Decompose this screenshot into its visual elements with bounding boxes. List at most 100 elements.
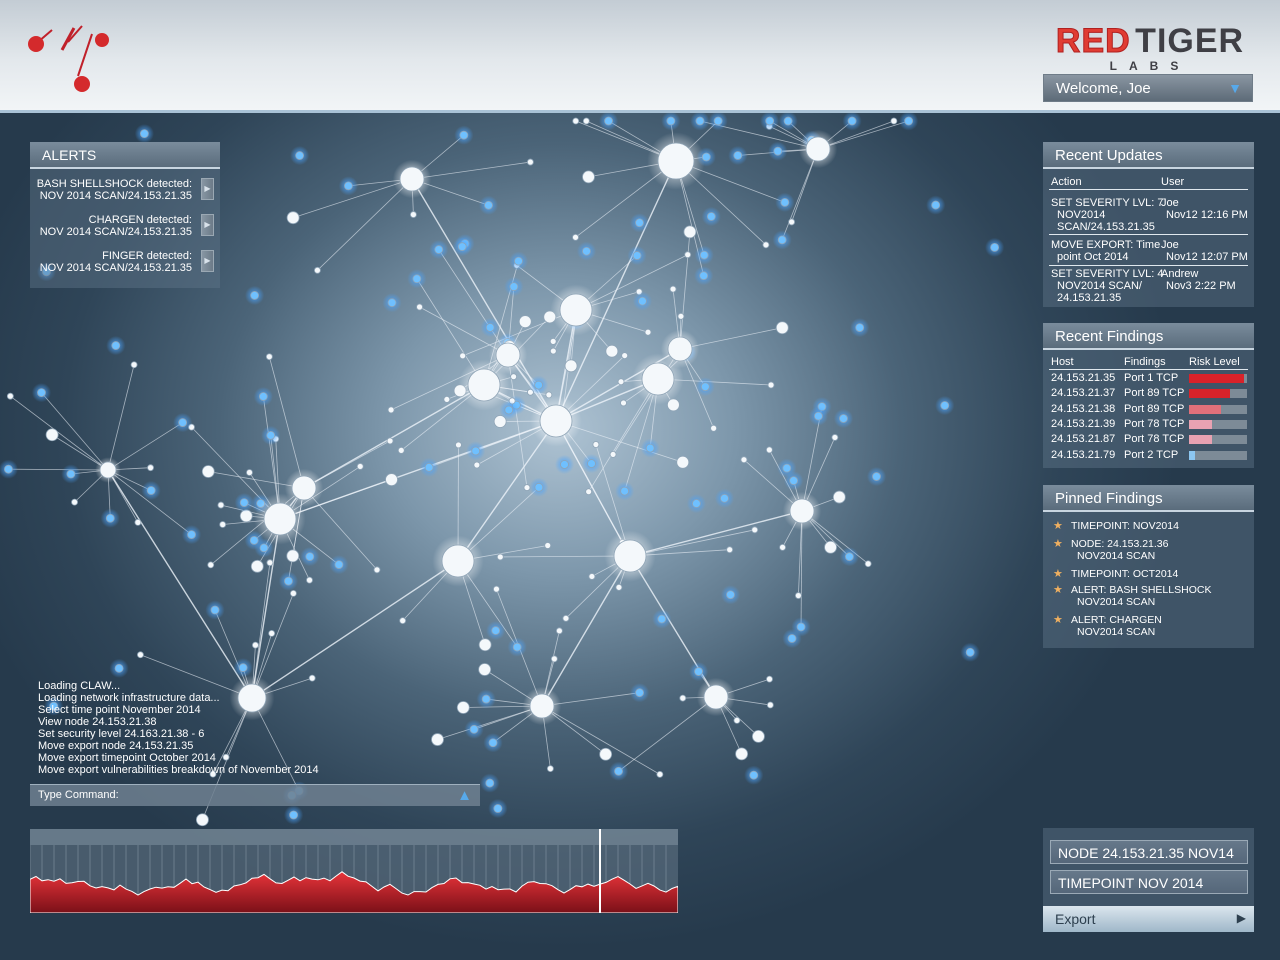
graph-node[interactable]	[534, 380, 544, 390]
graph-node[interactable]	[706, 212, 716, 221]
graph-node[interactable]	[780, 197, 790, 207]
graph-node[interactable]	[788, 218, 796, 226]
graph-node[interactable]	[412, 274, 422, 284]
graph-node[interactable]	[238, 663, 248, 673]
graph-node[interactable]	[504, 405, 514, 415]
graph-node[interactable]	[765, 116, 775, 126]
graph-node[interactable]	[773, 146, 783, 156]
graph-node[interactable]	[783, 116, 793, 126]
graph-node[interactable]	[478, 638, 492, 652]
graph-node[interactable]	[385, 473, 398, 487]
graph-node[interactable]	[509, 282, 519, 292]
graph-node[interactable]	[657, 614, 667, 624]
graph-node[interactable]	[459, 130, 469, 140]
graph-node[interactable]	[605, 344, 619, 358]
graph-node[interactable]	[832, 490, 846, 504]
graph-node[interactable]	[410, 211, 417, 218]
graph-node[interactable]	[66, 469, 76, 479]
graph-node[interactable]	[990, 242, 1000, 252]
graph-node[interactable]	[491, 626, 501, 635]
chevron-right-icon[interactable]: ▶	[201, 250, 214, 272]
graph-node[interactable]	[485, 778, 495, 788]
graph-node[interactable]	[387, 298, 397, 308]
graph-node[interactable]	[111, 341, 121, 350]
graph-node[interactable]	[434, 245, 444, 254]
graph-node[interactable]	[555, 627, 563, 635]
graph-node[interactable]	[207, 561, 215, 569]
graph-node[interactable]	[196, 813, 209, 827]
graph-node[interactable]	[733, 151, 743, 160]
graph-node[interactable]	[105, 513, 115, 523]
graph-node[interactable]	[99, 461, 117, 479]
graph-node[interactable]	[694, 667, 703, 676]
graph-node[interactable]	[931, 200, 941, 210]
graph-node[interactable]	[782, 463, 792, 473]
triangle-up-icon[interactable]: ▲	[457, 787, 472, 804]
graph-node[interactable]	[266, 430, 276, 440]
graph-node[interactable]	[572, 233, 579, 241]
graph-node[interactable]	[343, 181, 353, 191]
graph-node[interactable]	[699, 271, 709, 281]
graph-node[interactable]	[679, 694, 687, 702]
graph-node[interactable]	[456, 701, 470, 714]
graph-node[interactable]	[767, 381, 775, 389]
graph-node[interactable]	[588, 573, 596, 580]
graph-node[interactable]	[493, 804, 503, 813]
graph-node[interactable]	[246, 469, 253, 476]
graph-node[interactable]	[471, 446, 481, 456]
graph-node[interactable]	[657, 142, 695, 180]
graph-node[interactable]	[814, 411, 823, 421]
graph-node[interactable]	[635, 688, 644, 698]
graph-node[interactable]	[855, 323, 865, 332]
graph-node[interactable]	[847, 116, 857, 126]
graph-node[interactable]	[239, 498, 249, 507]
graph-node[interactable]	[695, 116, 705, 126]
graph-node[interactable]	[6, 392, 14, 400]
graph-node[interactable]	[777, 235, 787, 245]
graph-node[interactable]	[614, 766, 623, 776]
graph-node[interactable]	[291, 475, 317, 501]
graph-node[interactable]	[399, 617, 407, 625]
graph-node[interactable]	[134, 518, 142, 526]
chevron-right-icon[interactable]: ▶	[201, 214, 214, 236]
graph-node[interactable]	[617, 378, 625, 386]
graph-node[interactable]	[641, 362, 675, 396]
graph-node[interactable]	[572, 117, 580, 125]
graph-node[interactable]	[306, 576, 313, 584]
graph-node[interactable]	[766, 701, 774, 709]
graph-node[interactable]	[514, 256, 523, 266]
graph-node[interactable]	[37, 388, 46, 398]
graph-node[interactable]	[45, 428, 59, 442]
graph-node[interactable]	[762, 241, 770, 249]
graph-node[interactable]	[455, 441, 462, 449]
graph-node[interactable]	[844, 552, 854, 562]
graph-node[interactable]	[965, 647, 975, 657]
graph-node[interactable]	[789, 476, 799, 486]
graph-node[interactable]	[546, 765, 554, 773]
graph-node[interactable]	[250, 559, 264, 573]
graph-node[interactable]	[864, 560, 872, 568]
graph-node[interactable]	[386, 437, 394, 445]
graph-node[interactable]	[512, 642, 522, 652]
graph-node[interactable]	[620, 399, 627, 407]
graph-node[interactable]	[510, 373, 518, 381]
graph-node[interactable]	[604, 116, 613, 126]
graph-node[interactable]	[467, 368, 501, 402]
graph-node[interactable]	[638, 296, 647, 306]
triangle-down-icon[interactable]: ▼	[1228, 80, 1242, 96]
graph-node[interactable]	[544, 542, 552, 549]
graph-node[interactable]	[775, 321, 789, 335]
graph-node[interactable]	[137, 651, 144, 659]
alert-item[interactable]: CHARGEN detected: NOV 2014 SCAN/24.153.2…	[30, 212, 220, 246]
graph-node[interactable]	[656, 770, 664, 778]
graph-node[interactable]	[740, 456, 748, 464]
graph-node[interactable]	[796, 622, 806, 632]
graph-node[interactable]	[700, 382, 710, 392]
graph-node[interactable]	[726, 546, 734, 554]
graph-node[interactable]	[683, 225, 697, 239]
graph-node[interactable]	[872, 472, 881, 481]
alert-item[interactable]: FINGER detected: NOV 2014 SCAN/24.153.21…	[30, 248, 220, 282]
graph-node[interactable]	[469, 724, 479, 734]
graph-node[interactable]	[615, 583, 623, 591]
graph-node[interactable]	[831, 434, 839, 441]
